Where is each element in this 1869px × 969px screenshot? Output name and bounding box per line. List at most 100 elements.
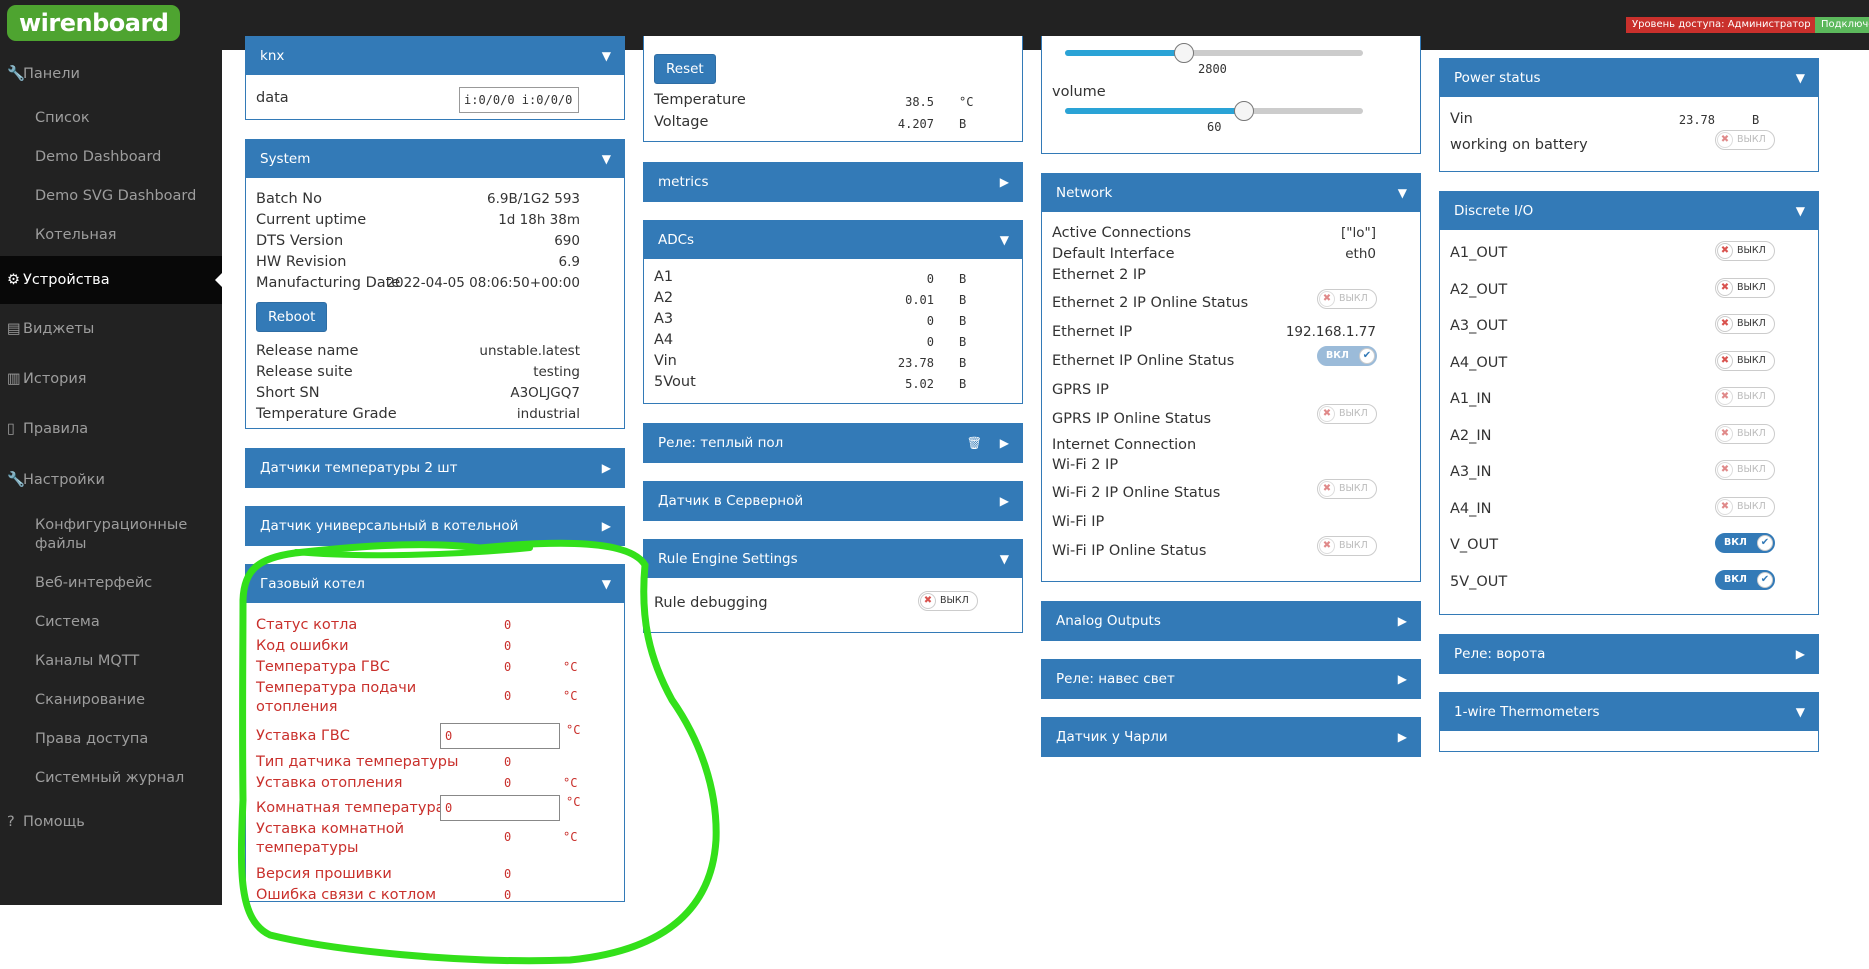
panel-relay-floor[interactable]: Реле: теплый пол 🗑 ▶ bbox=[643, 423, 1023, 463]
panel-header[interactable]: metrics ▶ bbox=[644, 163, 1022, 201]
dio-toggle[interactable]: ✖ ВЫКЛ bbox=[1715, 241, 1775, 261]
reboot-button[interactable]: Reboot bbox=[256, 302, 328, 332]
adc-row-label: A1 bbox=[654, 269, 674, 285]
sidebar-item-system-log[interactable]: Системный журнал bbox=[0, 770, 222, 786]
panel-header[interactable]: Реле: навес свет ▶ bbox=[1042, 660, 1420, 698]
panel-media: 2800 volume 60 bbox=[1041, 36, 1421, 154]
boiler-setpoint-input[interactable]: 0 bbox=[440, 723, 560, 749]
boiler-row-value: 0 bbox=[504, 689, 512, 703]
panel-header[interactable]: Discrete I/O ▼ bbox=[1440, 192, 1818, 230]
eth2-status-toggle[interactable]: ✖ ВЫКЛ bbox=[1317, 289, 1377, 309]
panel-header[interactable]: Network ▼ bbox=[1042, 174, 1420, 212]
knx-data-input[interactable]: i:0/0/0 i:0/0/0 bbox=[459, 87, 579, 113]
reset-button[interactable]: Reset bbox=[654, 54, 716, 84]
dio-toggle[interactable]: ВКЛ ✔ bbox=[1715, 533, 1775, 553]
sidebar-item-widgets[interactable]: ▤ Виджеты bbox=[0, 321, 222, 337]
sidebar-item-rules[interactable]: ▯ Правила bbox=[0, 421, 222, 437]
panel-header[interactable]: Датчики температуры 2 шт ▶ bbox=[246, 449, 624, 487]
panel-header[interactable]: Реле: ворота ▶ bbox=[1440, 635, 1818, 673]
chevron-right-icon: ▶ bbox=[999, 494, 1009, 508]
chevron-down-icon: ▼ bbox=[1795, 71, 1805, 85]
system-row-value: testing bbox=[533, 364, 580, 380]
dio-row-label: A4_IN bbox=[1450, 500, 1492, 517]
slider-track[interactable] bbox=[1065, 43, 1363, 63]
panel-relay-gate[interactable]: Реле: ворота ▶ bbox=[1439, 634, 1819, 674]
panel-header[interactable]: Реле: теплый пол 🗑 ▶ bbox=[644, 424, 1022, 462]
close-icon: ✖ bbox=[1717, 243, 1733, 259]
dio-toggle[interactable]: ВКЛ ✔ bbox=[1715, 569, 1775, 590]
adc-row-label: A3 bbox=[654, 311, 674, 327]
eth-ip-label: Ethernet IP bbox=[1052, 324, 1133, 340]
chevron-down-icon: ▼ bbox=[1795, 705, 1805, 719]
sidebar-item-boiler-room[interactable]: Котельная bbox=[0, 227, 222, 243]
sidebar-item-access-rights[interactable]: Права доступа bbox=[0, 731, 222, 747]
gear-icon: ⚙ bbox=[7, 272, 20, 288]
adc-row-value: 0 bbox=[926, 314, 934, 328]
sidebar-item-list[interactable]: Список bbox=[0, 110, 222, 126]
dio-row-label: A1_IN bbox=[1450, 391, 1492, 407]
gprs-status-toggle[interactable]: ✖ ВЫКЛ bbox=[1317, 404, 1377, 424]
panel-header[interactable]: Датчик у Чарли ▶ bbox=[1042, 718, 1420, 756]
working-on-battery-toggle[interactable]: ✖ ВЫКЛ bbox=[1715, 130, 1775, 150]
panel-header[interactable]: System ▼ bbox=[246, 140, 624, 178]
boiler-row-value: 0 bbox=[504, 776, 512, 790]
panel-header[interactable]: Power status ▼ bbox=[1440, 59, 1818, 97]
panel-metrics[interactable]: metrics ▶ bbox=[643, 162, 1023, 202]
panel-header[interactable]: Газовый котел ▼ bbox=[246, 565, 624, 603]
chevron-right-icon: ▶ bbox=[1397, 672, 1407, 686]
dio-toggle[interactable]: ✖ ВЫКЛ bbox=[1715, 314, 1775, 334]
knx-data-label: data bbox=[256, 90, 289, 106]
panel-server-sensor[interactable]: Датчик в Серверной ▶ bbox=[643, 481, 1023, 521]
wifi-status-toggle[interactable]: ✖ ВЫКЛ bbox=[1317, 536, 1377, 556]
vin-unit: В bbox=[1752, 113, 1760, 127]
panel-header[interactable]: knx ▼ bbox=[246, 37, 624, 75]
dio-toggle[interactable]: ✖ ВЫКЛ bbox=[1715, 423, 1775, 444]
boiler-row-unit: °C bbox=[563, 660, 578, 674]
sidebar-item-config-files[interactable]: Конфигурационные файлы bbox=[0, 516, 222, 554]
panel-charlie-sensor[interactable]: Датчик у Чарли ▶ bbox=[1041, 717, 1421, 757]
panel-header[interactable]: Analog Outputs ▶ bbox=[1042, 602, 1420, 640]
trash-icon[interactable]: 🗑 bbox=[967, 424, 982, 462]
dio-toggle[interactable]: ✖ ВЫКЛ bbox=[1715, 460, 1775, 480]
panel-header[interactable]: Датчик в Серверной ▶ bbox=[644, 482, 1022, 520]
sidebar-item-demo-svg-dashboard[interactable]: Demo SVG Dashboard bbox=[0, 188, 222, 204]
sidebar-item-scanning[interactable]: Сканирование bbox=[0, 692, 222, 708]
sidebar-item-panels[interactable]: 🔧Панели bbox=[0, 65, 222, 82]
panel-header[interactable]: Rule Engine Settings ▼ bbox=[644, 540, 1022, 578]
panel-header[interactable]: ADCs ▼ bbox=[644, 221, 1022, 259]
dio-row-label: A3_IN bbox=[1450, 464, 1492, 480]
sidebar-item-history[interactable]: ▥ История bbox=[0, 371, 222, 387]
sidebar-item-settings[interactable]: 🔧Настройки bbox=[0, 471, 222, 488]
sidebar-item-devices[interactable]: ⚙ Устройства bbox=[0, 256, 222, 304]
dio-toggle[interactable]: ✖ ВЫКЛ bbox=[1715, 350, 1775, 371]
sidebar-item-system[interactable]: Система bbox=[0, 614, 222, 630]
close-icon: ✖ bbox=[1717, 462, 1733, 478]
boiler-setpoint-input[interactable]: 0 bbox=[440, 795, 560, 821]
close-icon: ✖ bbox=[1717, 425, 1733, 442]
volume-slider-track[interactable] bbox=[1065, 101, 1363, 121]
panel-relay-light[interactable]: Реле: навес свет ▶ bbox=[1041, 659, 1421, 699]
sidebar-item-web-ui[interactable]: Веб-интерфейс bbox=[0, 575, 222, 591]
chevron-down-icon: ▼ bbox=[601, 152, 611, 166]
panel-header[interactable]: Датчик универсальный в котельной ▶ bbox=[246, 507, 624, 545]
panel-universal-sensor[interactable]: Датчик универсальный в котельной ▶ bbox=[245, 506, 625, 546]
check-icon: ✔ bbox=[1757, 571, 1773, 588]
sidebar-item-mqtt-channels[interactable]: Каналы MQTT bbox=[0, 653, 222, 669]
sidebar-item-help[interactable]: ? Помощь bbox=[0, 814, 222, 830]
dio-toggle[interactable]: ✖ ВЫКЛ bbox=[1715, 387, 1775, 407]
chevron-right-icon: ▶ bbox=[601, 519, 611, 533]
panel-1wire-thermometers: 1-wire Thermometers ▼ bbox=[1439, 692, 1819, 752]
wifi2-status-toggle[interactable]: ✖ ВЫКЛ bbox=[1317, 479, 1377, 499]
wirenboard-logo[interactable]: wirenboard bbox=[7, 5, 181, 41]
panel-analog-outputs[interactable]: Analog Outputs ▶ bbox=[1041, 601, 1421, 641]
rule-debugging-toggle[interactable]: ✖ ВЫКЛ bbox=[918, 591, 978, 611]
dio-toggle[interactable]: ✖ ВЫКЛ bbox=[1715, 496, 1775, 517]
panel-network: Network ▼ Active Connections ["lo"] Defau… bbox=[1041, 173, 1421, 582]
panel-temp-sensors[interactable]: Датчики температуры 2 шт ▶ bbox=[245, 448, 625, 488]
dio-toggle[interactable]: ✖ ВЫКЛ bbox=[1715, 277, 1775, 298]
sidebar-item-demo-dashboard[interactable]: Demo Dashboard bbox=[0, 149, 222, 165]
panel-header[interactable]: 1-wire Thermometers ▼ bbox=[1440, 693, 1818, 731]
eth-status-toggle[interactable]: ВКЛ ✔ bbox=[1317, 346, 1377, 366]
slider-handle[interactable] bbox=[1174, 43, 1195, 63]
volume-slider-handle[interactable] bbox=[1233, 101, 1254, 121]
